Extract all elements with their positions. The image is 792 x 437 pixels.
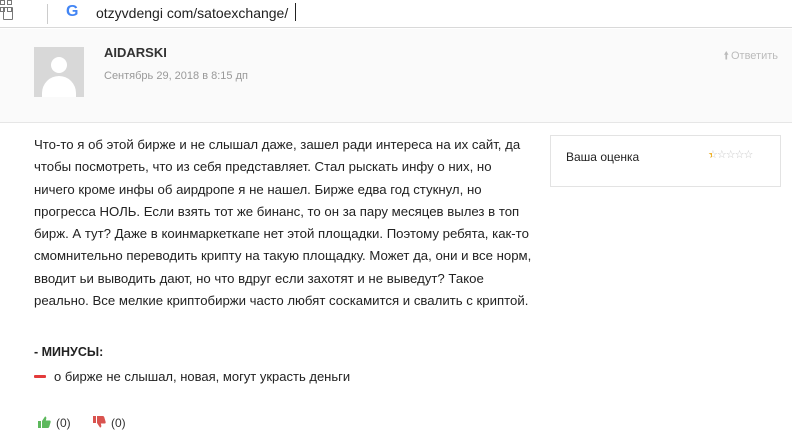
reply-label: Ответить [730,50,778,62]
dislike-button[interactable]: (0) [93,416,126,430]
rating-stars[interactable]: ☆☆☆☆☆ [708,148,754,161]
cons-title: - МИНУСЫ: [34,345,104,359]
comment-header: AIDARSKI Сентябрь 29, 2018 в 8:15 дп 🠙 От… [0,29,792,123]
thumbs-up-icon [38,416,51,428]
cons-text: о бирже не слышал, новая, могут украсть … [54,369,351,384]
address-bar[interactable]: otzyvdengi com/satoexchange/ [96,5,288,21]
minus-icon [34,375,46,378]
arrow-up-icon: 🠙 [723,50,729,62]
star-empty-icon[interactable]: ☆ [726,148,736,161]
comment-date[interactable]: Сентябрь 29, 2018 в 8:15 дп [104,70,248,82]
text-cursor [295,3,296,21]
avatar-head-icon [51,57,67,73]
browser-toolbar: G otzyvdengi com/satoexchange/ [0,0,792,28]
reply-button[interactable]: 🠙 Ответить [723,47,778,66]
star-empty-icon[interactable]: ☆ [744,148,754,161]
rating-widget: Ваша оценка ☆☆☆☆☆ [550,135,781,187]
star-half-icon[interactable]: ☆ [708,148,718,161]
avatar [34,47,84,97]
star-empty-icon[interactable]: ☆ [717,148,727,161]
toolbar-divider [47,4,48,24]
rating-label: Ваша оценка [566,150,640,164]
thumbs-down-icon [93,416,106,428]
comment-author: AIDARSKI [104,45,167,60]
dislike-count: (0) [111,416,126,430]
star-empty-icon[interactable]: ☆ [735,148,745,161]
google-icon: G [66,3,79,20]
avatar-body-icon [42,76,76,97]
like-count: (0) [56,416,71,430]
page-icon[interactable] [3,7,13,20]
comment-body: Что-то я об этой бирже и не слышал даже,… [34,137,532,309]
like-button[interactable]: (0) [38,416,71,430]
